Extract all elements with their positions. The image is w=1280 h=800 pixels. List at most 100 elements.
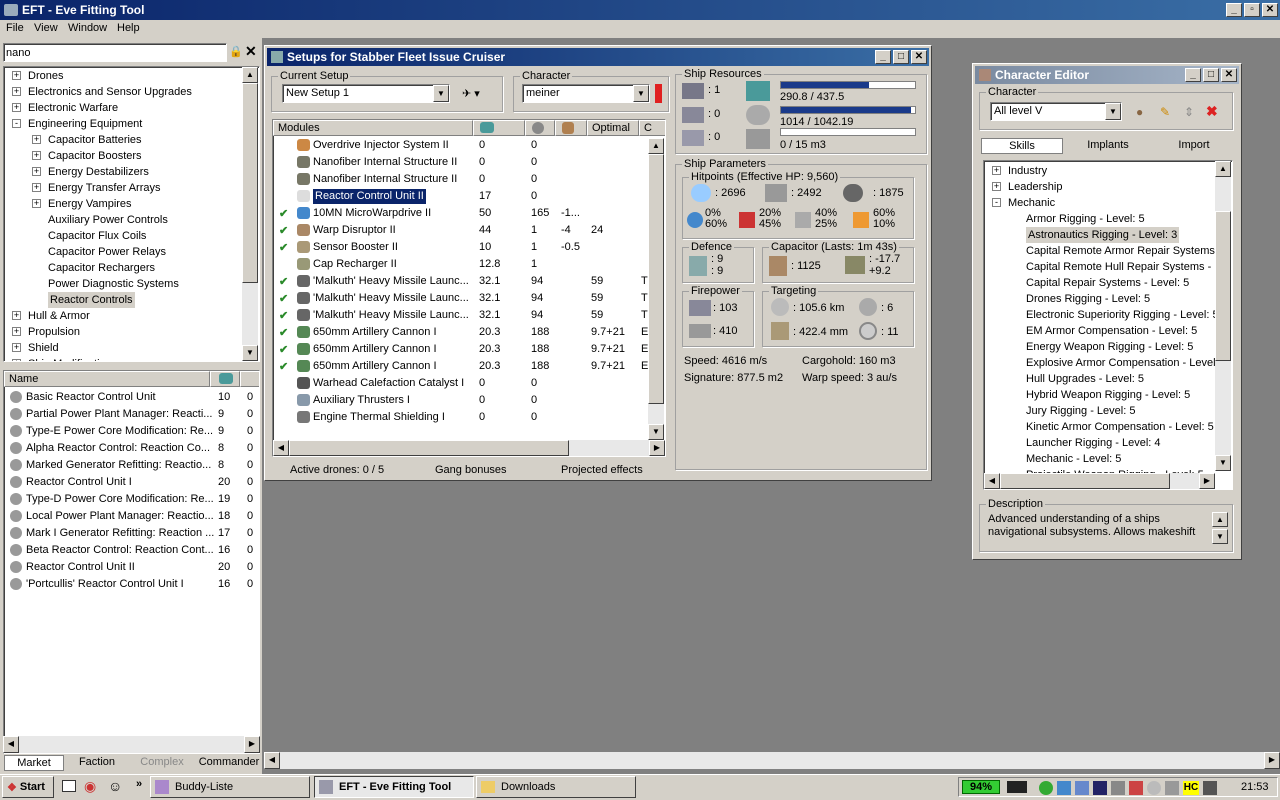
skill-item[interactable]: Capital Remote Hull Repair Systems - Le <box>1026 259 1227 275</box>
mdi-hscrollbar[interactable]: ◀ ▶ <box>264 752 1280 769</box>
expand-icon[interactable]: + <box>32 167 41 176</box>
clear-search-icon[interactable]: ✕ <box>245 43 259 59</box>
module-online-icon[interactable]: ✔ <box>279 343 288 356</box>
tray-volume-icon[interactable] <box>1147 781 1161 795</box>
scroll-up-icon[interactable]: ▲ <box>242 67 258 83</box>
item-pg[interactable]: 0 <box>247 576 253 593</box>
item-cpu[interactable]: 8 <box>218 457 224 474</box>
item-cpu[interactable]: 16 <box>218 576 230 593</box>
tree-item[interactable]: Engineering Equipment <box>28 116 142 132</box>
module-cap[interactable]: -1... <box>561 205 580 222</box>
skill-item[interactable]: Hybrid Weapon Rigging - Level: 5 <box>1026 387 1190 403</box>
item-pg[interactable]: 0 <box>247 508 253 525</box>
tree-item[interactable]: Capacitor Power Relays <box>48 244 166 260</box>
chareditor-minimize-button[interactable]: _ <box>1185 68 1201 82</box>
tray-green-icon[interactable] <box>1039 781 1053 795</box>
module-pg[interactable]: 0 <box>531 154 537 171</box>
module-pg[interactable]: 94 <box>531 307 543 324</box>
module-cpu[interactable]: 0 <box>479 171 485 188</box>
delete-character-icon[interactable]: ✖ <box>1206 103 1218 120</box>
expand-icon[interactable]: + <box>12 103 21 112</box>
new-character-icon[interactable]: ● <box>1136 105 1143 119</box>
skill-item[interactable]: Mechanic - Level: 5 <box>1026 451 1121 467</box>
chareditor-chevron-icon[interactable]: ▼ <box>1105 103 1121 120</box>
setup-close-button[interactable]: ✕ <box>911 50 927 64</box>
module-online-icon[interactable]: ✔ <box>279 275 288 288</box>
setup-menu-icon[interactable]: ✈ ▾ <box>462 87 480 100</box>
module-cpu[interactable]: 12.8 <box>479 256 500 273</box>
skills-scroll-down-icon[interactable]: ▼ <box>1215 455 1231 471</box>
item-name[interactable]: Reactor Control Unit I <box>26 474 132 491</box>
scroll-down-icon[interactable]: ▼ <box>242 345 258 361</box>
modules-scroll-down-icon[interactable]: ▼ <box>648 424 664 440</box>
setup-minimize-button[interactable]: _ <box>875 50 891 64</box>
skill-item[interactable]: Armor Rigging - Level: 5 <box>1026 211 1145 227</box>
browser-quicklaunch-icon[interactable]: ◉ <box>84 778 96 795</box>
restore-button[interactable]: ▫ <box>1244 3 1260 17</box>
item-cpu[interactable]: 9 <box>218 406 224 423</box>
skills-scroll-thumb[interactable] <box>1215 211 1231 361</box>
skill-item[interactable]: Leadership <box>1008 179 1062 195</box>
item-name[interactable]: Local Power Plant Manager: Reactio... <box>26 508 214 525</box>
module-optimal[interactable]: 9.7+21 <box>591 358 625 375</box>
module-cpu[interactable]: 10 <box>479 239 491 256</box>
item-hscrollbar[interactable]: ◀ ▶ <box>3 736 260 753</box>
expand-icon[interactable]: + <box>12 343 21 352</box>
expand-icon[interactable]: + <box>32 135 41 144</box>
tree-item[interactable]: Auxiliary Power Controls <box>48 212 168 228</box>
item-pg[interactable]: 0 <box>247 491 253 508</box>
module-name[interactable]: 650mm Artillery Cannon I <box>313 358 437 375</box>
module-name[interactable]: Nanofiber Internal Structure II <box>313 171 457 188</box>
module-cpu[interactable]: 32.1 <box>479 273 500 290</box>
item-cpu[interactable]: 17 <box>218 525 230 542</box>
tree-item[interactable]: Capacitor Batteries <box>48 132 142 148</box>
tree-item[interactable]: Energy Transfer Arrays <box>48 180 161 196</box>
chevron-down-icon[interactable]: ▼ <box>433 85 449 102</box>
skill-collapse-icon[interactable]: - <box>992 198 1001 207</box>
item-pg[interactable]: 0 <box>247 525 253 542</box>
tree-item[interactable]: Electronic Warfare <box>28 100 118 116</box>
module-name[interactable]: 'Malkuth' Heavy Missile Launc... <box>313 273 469 290</box>
module-cpu[interactable]: 20.3 <box>479 341 500 358</box>
edit-character-icon[interactable]: ✎ <box>1160 105 1170 119</box>
module-name[interactable]: Sensor Booster II <box>313 239 398 256</box>
module-cap[interactable]: -0.5 <box>561 239 580 256</box>
module-optimal[interactable]: 59 <box>591 307 603 324</box>
skills-scroll-up-icon[interactable]: ▲ <box>1215 161 1231 177</box>
item-cpu[interactable]: 16 <box>218 542 230 559</box>
tray-monitor-icon[interactable] <box>1111 781 1125 795</box>
module-online-icon[interactable]: ✔ <box>279 360 288 373</box>
module-online-icon[interactable]: ✔ <box>279 292 288 305</box>
taskbar-downloads[interactable]: Downloads <box>476 776 636 798</box>
skill-item[interactable]: Capital Remote Armor Repair Systems - L <box>1026 243 1231 259</box>
tree-item[interactable]: Power Diagnostic Systems <box>48 276 179 292</box>
modules-scroll-right-icon[interactable]: ▶ <box>649 440 665 456</box>
skill-expand-icon[interactable]: + <box>992 182 1001 191</box>
c-col-header[interactable]: C <box>639 120 665 136</box>
tab-skills[interactable]: Skills <box>981 138 1063 154</box>
skills-scroll-left-icon[interactable]: ◀ <box>984 473 1000 489</box>
expand-icon[interactable]: + <box>12 71 21 80</box>
module-name[interactable]: Overdrive Injector System II <box>313 137 449 154</box>
module-pg[interactable]: 188 <box>531 341 549 358</box>
tree-item[interactable]: Energy Vampires <box>48 196 132 212</box>
skill-item[interactable]: Jury Rigging - Level: 5 <box>1026 403 1135 419</box>
tray-av-icon[interactable] <box>1093 781 1107 795</box>
lock-icon[interactable]: 🔒 <box>229 45 243 59</box>
item-cpu[interactable]: 20 <box>218 559 230 576</box>
tree-item[interactable]: Hull & Armor <box>28 308 90 324</box>
expand-icon[interactable]: + <box>12 87 21 96</box>
item-pg[interactable]: 0 <box>247 406 253 423</box>
start-button[interactable]: ❖ Start <box>2 776 54 798</box>
module-cpu[interactable]: 20.3 <box>479 358 500 375</box>
power-plug-icon[interactable] <box>1007 781 1027 793</box>
tree-item[interactable]: Energy Destabilizers <box>48 164 149 180</box>
scroll-thumb[interactable] <box>242 83 258 283</box>
tab-complex[interactable]: Complex <box>130 755 194 771</box>
scroll-right-icon[interactable]: ▶ <box>244 736 260 753</box>
module-online-icon[interactable]: ✔ <box>279 309 288 322</box>
battery-indicator[interactable]: 94% <box>962 780 1000 794</box>
modules-vscrollbar[interactable]: ▲ ▼ <box>648 138 664 440</box>
skills-vscrollbar[interactable]: ▲ ▼ <box>1215 161 1231 471</box>
character-select[interactable]: meiner ▼ <box>522 84 650 103</box>
